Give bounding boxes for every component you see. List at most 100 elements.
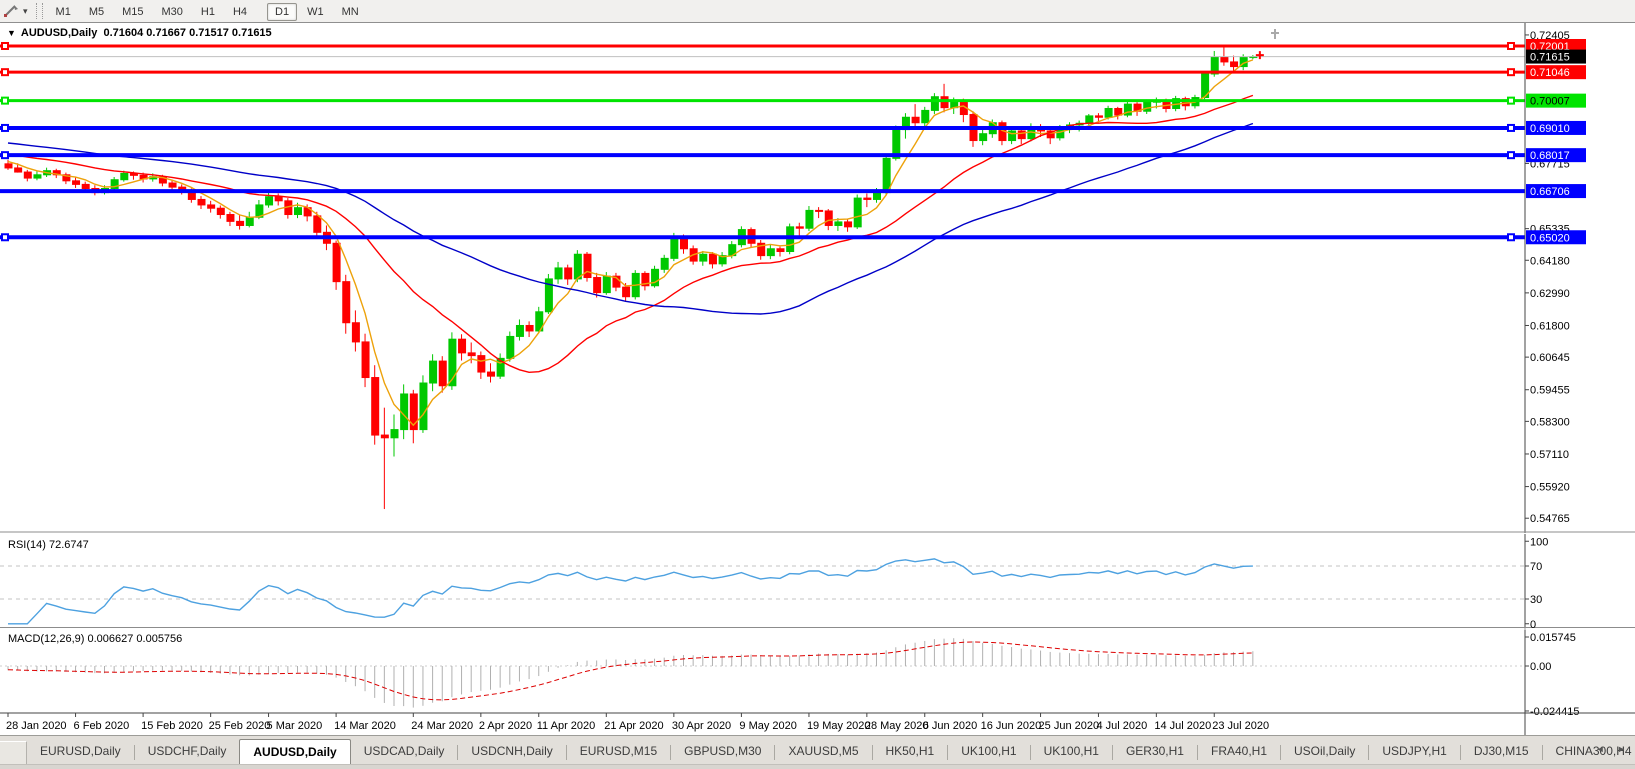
line-handle[interactable] <box>2 234 8 240</box>
candle <box>314 216 321 232</box>
candle <box>825 211 832 226</box>
price-tick-label: 0.62990 <box>1530 288 1570 300</box>
symbol-tab-eurusd-m15[interactable]: EURUSD,M15 <box>567 741 670 764</box>
line-handle[interactable] <box>1508 69 1514 75</box>
candle <box>1095 116 1102 117</box>
level-price-badge-text: 0.68017 <box>1530 150 1570 162</box>
symbol-tab-eurusd-daily[interactable]: EURUSD,Daily <box>27 741 134 764</box>
timeframe-button-d1[interactable]: D1 <box>267 3 297 21</box>
candle <box>835 222 842 226</box>
candle <box>816 210 823 211</box>
candle <box>671 236 678 258</box>
chart-window: 0.724050.677150.653350.641800.629900.618… <box>0 22 1635 736</box>
price-tick-label: 0.64180 <box>1530 255 1570 267</box>
timeframe-button-m1[interactable]: M1 <box>48 3 79 21</box>
chevron-down-icon[interactable]: ▾ <box>23 6 28 17</box>
level-price-badge-text: 0.65020 <box>1530 232 1570 244</box>
candle <box>73 181 80 185</box>
date-tick-label: 2 Apr 2020 <box>479 720 532 732</box>
candle <box>295 208 302 215</box>
timeframe-button-h1[interactable]: H1 <box>193 3 223 21</box>
symbol-tab-xauusd-m5[interactable]: XAUUSD,M5 <box>775 741 871 764</box>
symbol-tab-usdcad-daily[interactable]: USDCAD,Daily <box>351 741 458 764</box>
cursor-tool-icon[interactable] <box>2 3 22 19</box>
symbol-tab-hk50-h1[interactable]: HK50,H1 <box>873 741 948 764</box>
candle <box>352 323 359 342</box>
chart-ohlc-values: 0.71604 0.71667 0.71517 0.71615 <box>103 27 271 39</box>
toolbar-grip[interactable] <box>36 3 43 19</box>
candle <box>922 110 929 122</box>
symbol-tab-uk100-h1[interactable]: UK100,H1 <box>948 741 1029 764</box>
candle <box>237 221 244 225</box>
candle <box>603 276 610 292</box>
price-chart-canvas[interactable]: 0.724050.677150.653350.641800.629900.618… <box>0 23 1635 736</box>
date-tick-label: 25 Jun 2020 <box>1039 720 1100 732</box>
candle <box>883 158 890 192</box>
date-tick-label: 11 Apr 2020 <box>537 720 596 732</box>
candle <box>439 361 446 386</box>
macd-indicator-label: MACD(12,26,9) 0.006627 0.005756 <box>8 633 182 645</box>
line-handle[interactable] <box>2 69 8 75</box>
candle <box>1105 108 1112 117</box>
symbol-tab-usdchf-daily[interactable]: USDCHF,Daily <box>135 741 240 764</box>
symbol-tab-fra40-h1[interactable]: FRA40,H1 <box>1198 741 1280 764</box>
level-price-badge-text: 0.71046 <box>1530 67 1570 79</box>
current-price-badge-text: 0.71615 <box>1530 52 1570 64</box>
timeframe-button-m15[interactable]: M15 <box>114 3 151 21</box>
line-handle[interactable] <box>1508 98 1514 104</box>
price-tick-label: 0.58300 <box>1530 416 1570 428</box>
tab-scroll-left-icon[interactable]: ◄ <box>1591 742 1610 756</box>
line-handle[interactable] <box>2 152 8 158</box>
level-price-badge-text: 0.69010 <box>1530 123 1570 135</box>
timeframe-button-m5[interactable]: M5 <box>81 3 112 21</box>
candle <box>854 198 861 227</box>
candle <box>420 383 427 430</box>
rsi-indicator-label: RSI(14) 72.6747 <box>8 539 89 551</box>
timeframe-button-m30[interactable]: M30 <box>154 3 191 21</box>
macd-tick-label: -0.024415 <box>1530 706 1580 718</box>
symbol-tab-dj30-m15[interactable]: DJ30,M15 <box>1461 741 1542 764</box>
date-tick-label: 14 Mar 2020 <box>334 720 396 732</box>
symbol-tab-usoil-daily[interactable]: USOil,Daily <box>1281 741 1368 764</box>
line-handle[interactable] <box>1508 234 1514 240</box>
tab-scroll-right-icon[interactable]: ► <box>1612 742 1631 756</box>
timeframe-button-h4[interactable]: H4 <box>225 3 255 21</box>
candle <box>623 287 630 297</box>
rsi-tick-label: 70 <box>1530 561 1542 573</box>
line-handle[interactable] <box>2 125 8 131</box>
candle <box>980 134 987 141</box>
price-tick-label: 0.61800 <box>1530 320 1570 332</box>
candle <box>584 254 591 277</box>
line-handle[interactable] <box>1508 125 1514 131</box>
macd-tick-label: 0.015745 <box>1530 632 1576 644</box>
date-tick-label: 15 Feb 2020 <box>141 720 203 732</box>
symbol-tab-ger30-h1[interactable]: GER30,H1 <box>1113 741 1197 764</box>
symbol-tab-usdcnh-daily[interactable]: USDCNH,Daily <box>458 741 565 764</box>
line-handle[interactable] <box>2 98 8 104</box>
line-handle[interactable] <box>2 43 8 49</box>
chart-symbol-period: AUDUSD,Daily <box>21 27 97 39</box>
symbol-tab-audusd-daily[interactable]: AUDUSD,Daily <box>239 739 350 764</box>
symbol-tabs: EURUSD,DailyUSDCHF,DailyAUDUSD,DailyUSDC… <box>0 741 1635 764</box>
symbol-tab-uk100-h1[interactable]: UK100,H1 <box>1031 741 1112 764</box>
candle <box>777 249 784 252</box>
timeframe-button-mn[interactable]: MN <box>334 3 367 21</box>
symbol-tab-usdjpy-h1[interactable]: USDJPY,H1 <box>1369 741 1459 764</box>
symbol-tab-gbpusd-m30[interactable]: GBPUSD,M30 <box>671 741 774 764</box>
rsi-tick-label: 100 <box>1530 536 1548 548</box>
tabbar-spacer <box>0 741 27 764</box>
date-tick-label: 24 Mar 2020 <box>411 720 473 732</box>
candle <box>5 164 12 168</box>
candle <box>700 254 707 261</box>
timeframe-button-w1[interactable]: W1 <box>299 3 332 21</box>
candle <box>15 168 22 172</box>
candle <box>1231 62 1238 67</box>
line-handle[interactable] <box>1508 43 1514 49</box>
price-tick-label: 0.54765 <box>1530 513 1570 525</box>
candle <box>217 208 224 214</box>
candle <box>468 353 475 356</box>
line-handle[interactable] <box>1508 152 1514 158</box>
date-tick-label: 5 Mar 2020 <box>267 720 323 732</box>
chart-menu-triangle-icon[interactable]: ▼ <box>7 28 16 38</box>
candle <box>381 435 388 438</box>
